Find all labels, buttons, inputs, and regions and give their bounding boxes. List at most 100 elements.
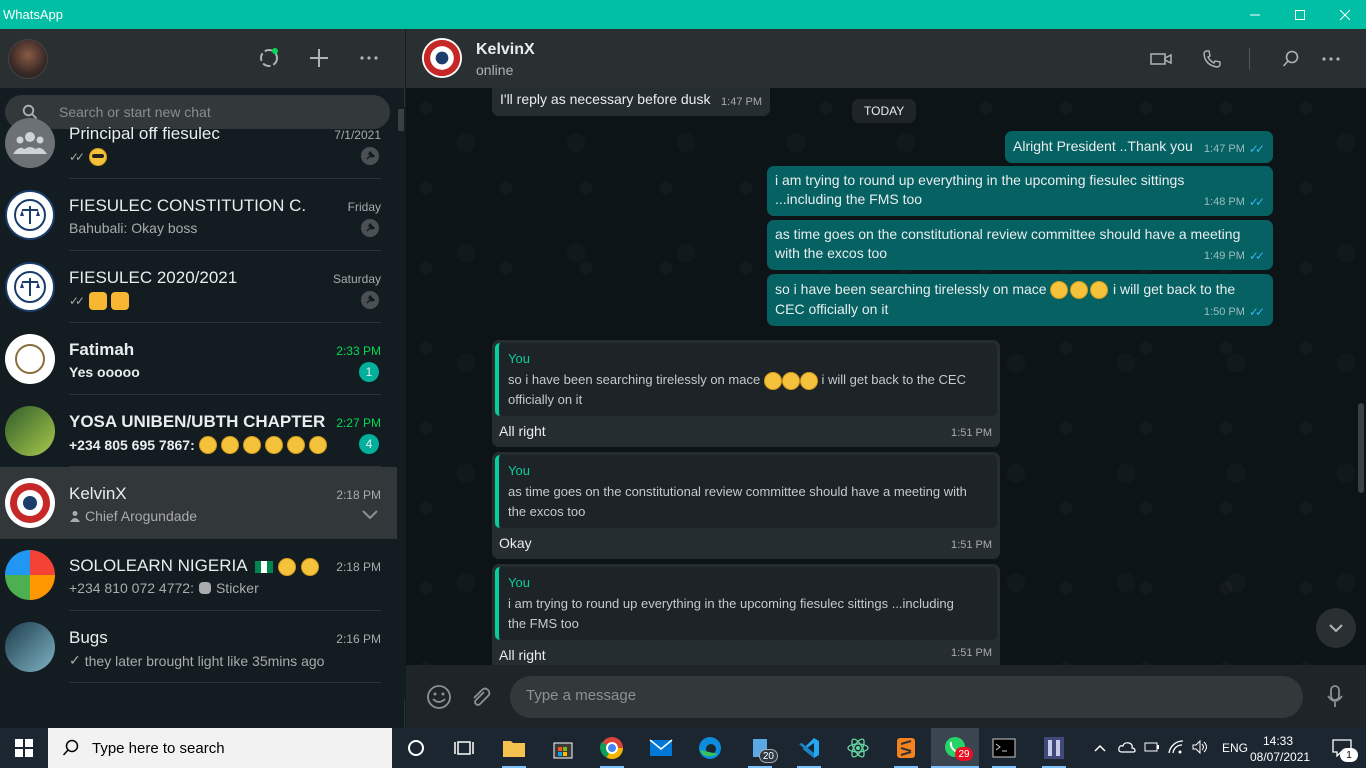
unamused-emoji-icon (1090, 281, 1108, 299)
taskbar-search[interactable]: Type here to search (48, 728, 392, 768)
status-button[interactable] (256, 45, 282, 71)
clock[interactable]: 14:33 08/07/2021 (1250, 733, 1310, 765)
taskbar-edge[interactable] (686, 728, 734, 768)
message-time: 1:49 PM (1203, 250, 1245, 262)
contact-name: KelvinX (476, 41, 535, 58)
smiley-icon (427, 685, 451, 709)
chat-avatar (5, 478, 55, 528)
contact-avatar[interactable] (422, 38, 462, 78)
maximize-icon (1295, 9, 1305, 20)
message-outgoing[interactable]: Alright President ..Thank you 1:47 PM ✓✓ (1005, 131, 1273, 163)
chat-item-yosa[interactable]: YOSA UNIBEN/UBTH CHAPTER 2:27 PM +234 80… (0, 395, 397, 467)
message-input[interactable] (526, 687, 1266, 704)
pin-icon (361, 147, 379, 165)
cortana-icon (408, 740, 424, 756)
task-view-button[interactable] (440, 728, 488, 768)
chat-preview: Yes ooooo (69, 364, 140, 380)
chat-name: YOSA UNIBEN/UBTH CHAPTER (69, 412, 326, 431)
taskbar-whatsapp[interactable]: 29 (931, 728, 979, 768)
taskbar-app[interactable] (1030, 728, 1078, 768)
start-button[interactable] (0, 728, 48, 768)
tray-chevron-up-icon[interactable] (1094, 741, 1106, 755)
chat-item-kelvinx[interactable]: KelvinX 2:18 PM Chief Arogundade (0, 467, 397, 539)
taskbar-sublime[interactable] (882, 728, 930, 768)
read-ticks-icon: ✓✓ (69, 150, 85, 164)
chat-item-principal[interactable]: Principal off fiesulec 7/1/2021 ✓✓ (0, 107, 397, 179)
message-outgoing[interactable]: i am trying to round up everything in th… (767, 166, 1273, 216)
language-indicator[interactable]: ENG (1222, 741, 1248, 755)
message-time: 1:47 PM (721, 96, 762, 108)
chat-time: 2:18 PM (336, 488, 381, 502)
menu-button[interactable] (356, 45, 382, 71)
chat-item-bugs[interactable]: Bugs 2:16 PM ✓ they later brought light … (0, 611, 397, 683)
taskbar-vscode[interactable] (785, 728, 833, 768)
chat-preview: ✓ they later brought light like 35mins a… (69, 652, 324, 669)
taskbar-terminal[interactable] (980, 728, 1028, 768)
message-reply[interactable]: You so i have been searching tirelessly … (492, 340, 1000, 447)
more-icon (1322, 57, 1340, 61)
unamused-emoji-icon (781, 371, 800, 390)
chevron-down-icon[interactable] (362, 507, 378, 525)
profile-avatar[interactable] (8, 39, 48, 79)
quoted-text: as time goes on the constitutional revie… (508, 482, 988, 522)
volume-icon[interactable] (1192, 739, 1208, 757)
folder-icon (503, 741, 525, 757)
message-text: Alright President ..Thank you (1013, 138, 1193, 154)
rofl-emoji-icon (286, 436, 305, 454)
taskbar-files-app[interactable]: 20 (736, 728, 784, 768)
maximize-button[interactable] (1277, 0, 1323, 29)
taskbar-chrome[interactable] (588, 728, 636, 768)
message-incoming[interactable]: I'll reply as necessary before dusk 1:47… (492, 88, 770, 116)
taskbar-store[interactable] (539, 728, 587, 768)
sunglasses-emoji-icon (89, 148, 108, 166)
scroll-to-bottom-button[interactable] (1316, 608, 1356, 648)
laughing-emoji-icon (220, 436, 239, 454)
chat-preview-sticker: Sticker (215, 580, 259, 596)
chat-time: 7/1/2021 (334, 128, 381, 142)
chat-item-fatimah[interactable]: Fatimah 2:33 PM Yes ooooo 1 (0, 323, 397, 395)
message-outgoing[interactable]: so i have been searching tirelessly on m… (767, 274, 1273, 326)
message-reply[interactable]: You as time goes on the constitutional r… (492, 452, 1000, 559)
chat-list-scrollbar[interactable] (397, 107, 405, 699)
chat-item-fiesulec-2020[interactable]: FIESULEC 2020/2021 Saturday ✓✓ (0, 251, 397, 323)
new-chat-button[interactable] (306, 45, 332, 71)
attach-button[interactable] (466, 683, 494, 711)
action-center-button[interactable]: 1 (1318, 728, 1366, 768)
cortana-button[interactable] (392, 728, 440, 768)
chat-item-constitution[interactable]: FIESULEC CONSTITUTION C. Friday Bahubali… (0, 179, 397, 251)
chat-time: Saturday (332, 272, 381, 286)
message-list[interactable]: I'll reply as necessary before dusk 1:47… (406, 88, 1366, 665)
messages-scrollbar[interactable] (1358, 403, 1364, 493)
pin-icon (361, 219, 379, 237)
battery-icon[interactable] (1144, 741, 1160, 756)
message-reply[interactable]: You i am trying to round up everything i… (492, 564, 1000, 665)
network-cloud-icon[interactable] (1118, 740, 1136, 757)
quoted-message[interactable]: You i am trying to round up everything i… (495, 567, 997, 640)
chat-preview: ✓✓ (69, 148, 108, 166)
search-messages-button[interactable] (1278, 46, 1304, 72)
taskbar-atom[interactable] (834, 728, 882, 768)
conversation-menu-button[interactable] (1318, 46, 1344, 72)
unamused-emoji-icon (799, 371, 818, 390)
chat-item-sololearn[interactable]: SOLOLEARN NIGERIA 2:18 PM +234 810 072 4… (0, 539, 397, 611)
emoji-button[interactable] (425, 683, 453, 711)
notification-count: 1 (1340, 748, 1358, 762)
minimize-button[interactable] (1232, 0, 1278, 29)
message-text-line2: ...including the FMS too (775, 191, 923, 207)
voice-message-button[interactable] (1321, 683, 1349, 711)
close-button[interactable] (1322, 0, 1366, 29)
microphone-icon (1327, 685, 1343, 707)
taskbar-file-explorer[interactable] (490, 728, 538, 768)
taskbar-mail[interactable] (637, 728, 685, 768)
quoted-message[interactable]: You as time goes on the constitutional r… (495, 455, 997, 528)
message-outgoing[interactable]: as time goes on the constitutional revie… (767, 220, 1273, 270)
scales-logo-icon (14, 271, 46, 303)
voice-call-button[interactable] (1199, 46, 1225, 72)
quoted-message[interactable]: You so i have been searching tirelessly … (495, 343, 997, 416)
conversation-header[interactable]: KelvinX online (406, 29, 1366, 88)
read-ticks-icon: ✓✓ (69, 294, 85, 308)
wifi-icon[interactable] (1168, 739, 1184, 757)
plus-icon (310, 49, 328, 67)
video-call-button[interactable] (1148, 46, 1174, 72)
sticker-icon (198, 582, 211, 594)
